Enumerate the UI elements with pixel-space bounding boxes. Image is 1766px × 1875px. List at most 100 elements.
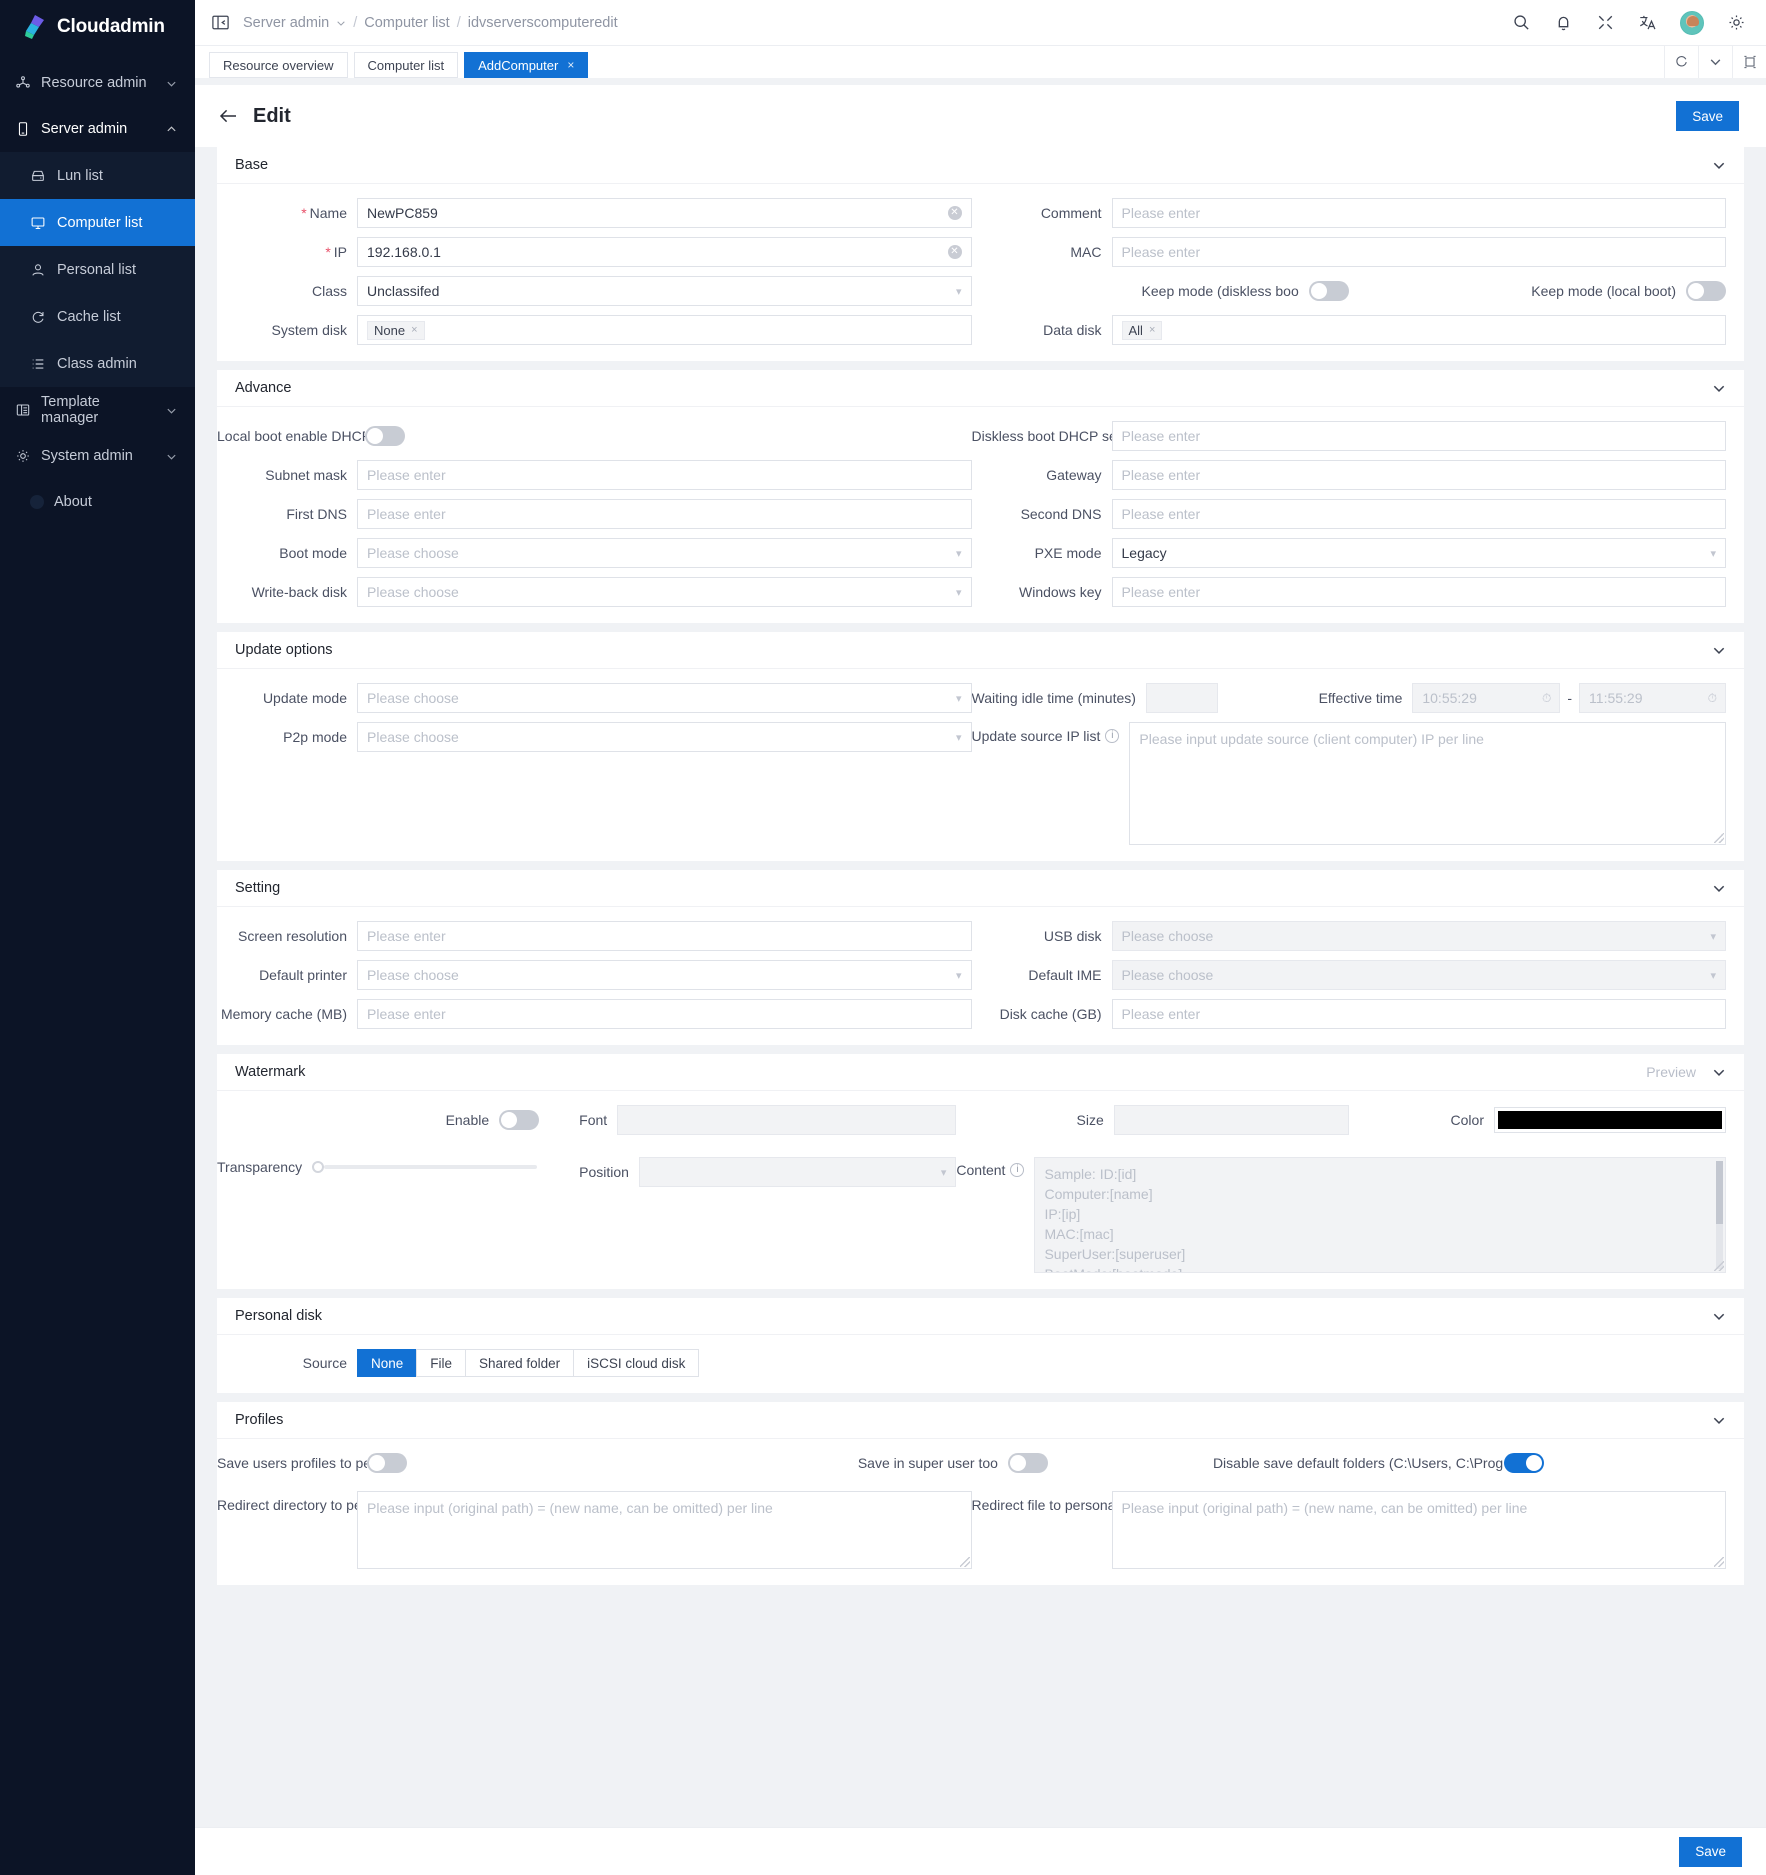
sidebar-collapse-icon[interactable] — [211, 13, 230, 32]
tag-remove-icon[interactable]: × — [1149, 324, 1155, 336]
disk-cache-input[interactable]: Please enter — [1111, 999, 1726, 1029]
collapse-chevron-icon[interactable] — [1712, 643, 1726, 657]
write-back-disk-select[interactable]: Please choose ▾ — [357, 577, 972, 607]
translate-icon[interactable] — [1638, 13, 1657, 32]
search-icon[interactable] — [1512, 13, 1531, 32]
sidebar-item-cache-list[interactable]: Cache list — [0, 293, 195, 340]
source-option-iscsi-cloud-disk[interactable]: iSCSI cloud disk — [573, 1349, 700, 1377]
source-option-shared-folder[interactable]: Shared folder — [465, 1349, 574, 1377]
sidebar-item-class-admin[interactable]: Class admin — [0, 340, 195, 387]
collapse-chevron-icon[interactable] — [1712, 381, 1726, 395]
avatar[interactable] — [1680, 10, 1704, 35]
maximize-icon[interactable] — [1732, 45, 1766, 78]
collapse-chevron-icon[interactable] — [1712, 1413, 1726, 1427]
second-dns-input[interactable]: Please enter — [1111, 499, 1726, 529]
sidebar-item-system-admin[interactable]: System admin — [0, 433, 195, 479]
source-option-none[interactable]: None — [357, 1349, 417, 1377]
name-input[interactable]: NewPC859 ✕ — [357, 198, 972, 228]
info-icon[interactable]: i — [1105, 729, 1120, 743]
sidebar-item-lun-list[interactable]: Lun list — [0, 152, 195, 199]
keep-mode-diskless-toggle[interactable] — [1308, 281, 1349, 301]
footer-save-button[interactable]: Save — [1679, 1836, 1742, 1867]
settings-gear-icon[interactable] — [1727, 13, 1746, 32]
reload-icon[interactable] — [1664, 45, 1698, 78]
windows-key-input[interactable]: Please enter — [1111, 577, 1726, 607]
waiting-idle-time-input[interactable] — [1145, 683, 1218, 713]
clear-icon[interactable]: ✕ — [947, 206, 962, 220]
usb-disk-select[interactable]: Please choose ▾ — [1111, 921, 1726, 951]
tab-computer-list[interactable]: Computer list — [353, 52, 459, 78]
watermark-font-input[interactable] — [617, 1105, 957, 1135]
close-icon[interactable]: × — [567, 58, 574, 72]
tag[interactable]: All × — [1121, 320, 1163, 340]
chevron-down-icon[interactable] — [336, 18, 346, 28]
tag-remove-icon[interactable]: × — [411, 324, 417, 336]
preview-button[interactable]: Preview — [1646, 1064, 1696, 1080]
redirect-file-textarea[interactable]: Please input (original path) = (new name… — [1111, 1491, 1726, 1569]
collapse-chevron-icon[interactable] — [1712, 1309, 1726, 1323]
tab-resource-overview[interactable]: Resource overview — [209, 52, 348, 78]
save-super-user-toggle[interactable] — [1007, 1453, 1048, 1473]
collapse-chevron-icon[interactable] — [1712, 881, 1726, 895]
slider-handle[interactable] — [312, 1161, 325, 1173]
collapse-chevron-icon[interactable] — [1712, 1065, 1726, 1079]
slider-track[interactable] — [324, 1165, 538, 1169]
default-printer-select[interactable]: Please choose ▾ — [357, 960, 972, 990]
redirect-directory-textarea[interactable]: Please input (original path) = (new name… — [357, 1491, 972, 1569]
data-disk-select[interactable]: All × — [1111, 315, 1726, 345]
resize-grip-icon[interactable] — [1714, 1261, 1724, 1271]
watermark-position-select[interactable]: ▾ — [638, 1157, 957, 1187]
mac-input[interactable]: Please enter — [1111, 237, 1726, 267]
resize-grip-icon[interactable] — [1714, 833, 1724, 843]
boot-mode-select[interactable]: Please choose ▾ — [357, 538, 972, 568]
chevron-down-icon[interactable] — [1698, 45, 1732, 78]
update-source-ip-textarea[interactable]: Please input update source (client compu… — [1129, 722, 1726, 845]
local-boot-dhcp-toggle[interactable] — [365, 426, 405, 446]
sidebar-item-about[interactable]: About — [0, 479, 195, 525]
first-dns-input[interactable]: Please enter — [357, 499, 972, 529]
pxe-mode-select[interactable]: Legacy ▾ — [1111, 538, 1726, 568]
watermark-content-textarea[interactable]: Sample: ID:[id] Computer:[name] IP:[ip] … — [1034, 1157, 1726, 1273]
bell-icon[interactable] — [1554, 13, 1573, 32]
transparency-slider[interactable] — [312, 1157, 538, 1177]
tab-addcomputer[interactable]: AddComputer × — [464, 52, 589, 78]
watermark-enable-toggle[interactable] — [499, 1110, 540, 1130]
collapse-chevron-icon[interactable] — [1712, 158, 1726, 172]
info-icon[interactable]: i — [1010, 1163, 1025, 1177]
source-option-file[interactable]: File — [416, 1349, 466, 1377]
sidebar-item-personal-list[interactable]: Personal list — [0, 246, 195, 293]
disable-default-folders-toggle[interactable] — [1504, 1453, 1544, 1473]
save-button[interactable]: Save — [1676, 101, 1739, 131]
watermark-size-input[interactable] — [1113, 1105, 1349, 1135]
sidebar-item-template-manager[interactable]: Template manager — [0, 387, 195, 433]
resize-grip-icon[interactable] — [959, 1557, 970, 1567]
tag[interactable]: None × — [367, 320, 425, 340]
memory-cache-input[interactable]: Please enter — [357, 999, 972, 1029]
gateway-input[interactable]: Please enter — [1111, 460, 1726, 490]
breadcrumb-item-computer-list[interactable]: Computer list — [364, 15, 449, 31]
clear-icon[interactable]: ✕ — [947, 245, 962, 259]
update-mode-select[interactable]: Please choose ▾ — [357, 683, 972, 713]
watermark-color-picker[interactable] — [1494, 1107, 1726, 1133]
screen-resolution-input[interactable]: Please enter — [357, 921, 972, 951]
class-select[interactable]: Unclassifed ▾ — [357, 276, 972, 306]
fullscreen-icon[interactable] — [1596, 13, 1615, 32]
default-ime-select[interactable]: Please choose ▾ — [1111, 960, 1726, 990]
comment-input[interactable]: Please enter — [1111, 198, 1726, 228]
effective-time-from-input[interactable]: 10:55:29 ⏱ — [1412, 683, 1561, 713]
form-scroll-area[interactable]: Base * Name NewPC859 ✕ Comment Please en… — [195, 147, 1766, 1827]
sidebar-item-computer-list[interactable]: Computer list — [0, 199, 195, 246]
subnet-mask-input[interactable]: Please enter — [357, 460, 972, 490]
save-users-profiles-toggle[interactable] — [367, 1453, 407, 1473]
ip-input[interactable]: 192.168.0.1 ✕ — [357, 237, 972, 267]
sidebar-item-resource-admin[interactable]: Resource admin — [0, 60, 195, 106]
effective-time-to-input[interactable]: 11:55:29 ⏱ — [1579, 683, 1726, 713]
scrollbar-thumb[interactable] — [1716, 1161, 1723, 1224]
diskless-dhcp-server-input[interactable]: Please enter — [1111, 421, 1726, 451]
system-disk-select[interactable]: None × — [357, 315, 972, 345]
sidebar-item-server-admin[interactable]: Server admin — [0, 106, 195, 152]
p2p-mode-select[interactable]: Please choose ▾ — [357, 722, 972, 752]
back-arrow-icon[interactable] — [217, 105, 239, 127]
resize-grip-icon[interactable] — [1714, 1557, 1724, 1567]
keep-mode-local-toggle[interactable] — [1686, 281, 1726, 301]
